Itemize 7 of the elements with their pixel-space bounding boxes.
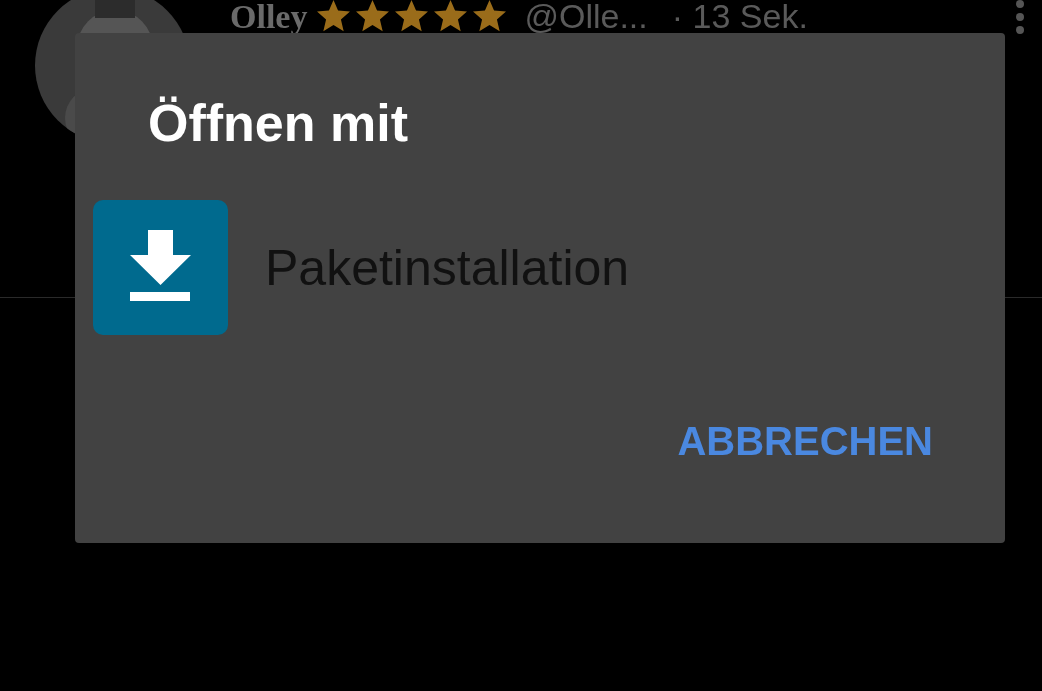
more-options-icon[interactable] (1015, 0, 1025, 34)
user-name: Olley (230, 0, 308, 33)
user-handle: @Olle... (524, 0, 648, 33)
cancel-button[interactable]: ABBRECHEN (669, 415, 941, 468)
post-time: · 13 Sek. (671, 0, 808, 33)
download-icon (93, 200, 228, 335)
dialog-title: Öffnen mit (147, 93, 409, 154)
